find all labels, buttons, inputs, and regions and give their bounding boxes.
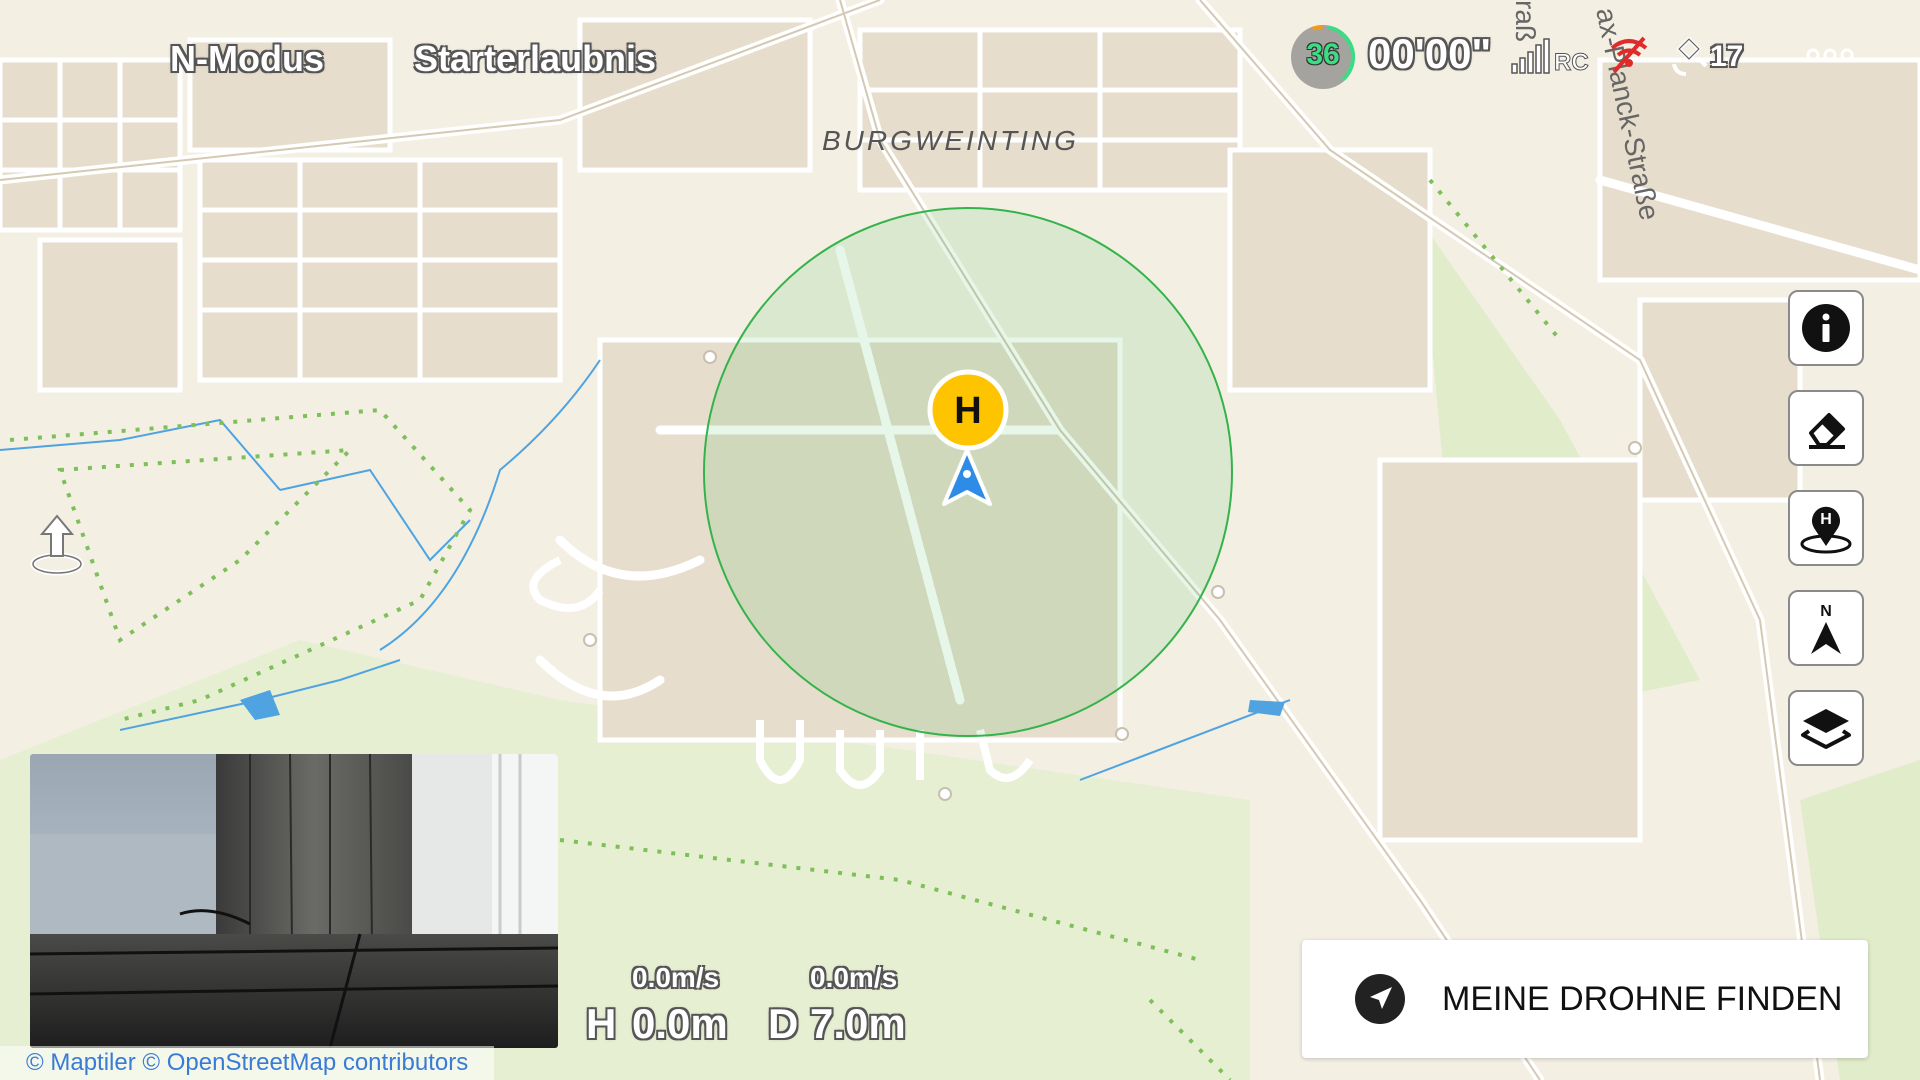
height-label: H (586, 1000, 617, 1047)
north-compass-button[interactable]: N (1788, 590, 1864, 666)
satellite-count: 17 (1710, 40, 1744, 73)
map-layers-button[interactable] (1788, 690, 1864, 766)
north-letter: N (1820, 603, 1832, 620)
home-marker-letter: H (954, 390, 981, 432)
rc-signal-icon: RC (1511, 38, 1589, 76)
info-icon (1802, 304, 1850, 352)
north-compass-icon: N (1811, 603, 1841, 654)
takeoff-permit-status[interactable]: Starterlaubnis (414, 38, 656, 80)
find-my-drone-button[interactable]: MEINE DROHNE FINDEN (1302, 940, 1868, 1058)
home-point-button[interactable]: H (1788, 490, 1864, 566)
flight-mode-label[interactable]: N-Modus (170, 38, 324, 80)
home-point-letter: H (1820, 511, 1832, 528)
place-label: BURGWEINTING (822, 125, 1079, 156)
distance-label: D (768, 1000, 799, 1047)
vertical-speed: 0.0m/s (632, 962, 720, 993)
map-credits[interactable]: © Maptiler © OpenStreetMap contributors (0, 1046, 495, 1080)
video-signal-lost-icon (1610, 36, 1648, 74)
distance-value: 7.0m (810, 1000, 906, 1047)
layers-icon (1801, 709, 1851, 749)
eraser-icon (1809, 413, 1845, 449)
home-point-marker: H (927, 369, 1009, 451)
takeoff-icon[interactable] (28, 512, 86, 578)
battery-percent: 36 (1306, 38, 1340, 71)
home-point-icon: H (1800, 506, 1852, 554)
horizontal-speed: 0.0m/s (810, 962, 898, 993)
rc-label: RC (1554, 49, 1589, 76)
info-button[interactable] (1788, 290, 1864, 366)
height-value: 0.0m (632, 1000, 728, 1047)
find-my-drone-label: MEINE DROHNE FINDEN (1442, 979, 1843, 1018)
eraser-button[interactable] (1788, 390, 1864, 466)
camera-preview[interactable] (30, 754, 558, 1048)
locate-drone-icon (1355, 974, 1405, 1024)
more-dots-icon[interactable] (1806, 48, 1854, 62)
flight-timer: 00'00" (1368, 30, 1492, 77)
